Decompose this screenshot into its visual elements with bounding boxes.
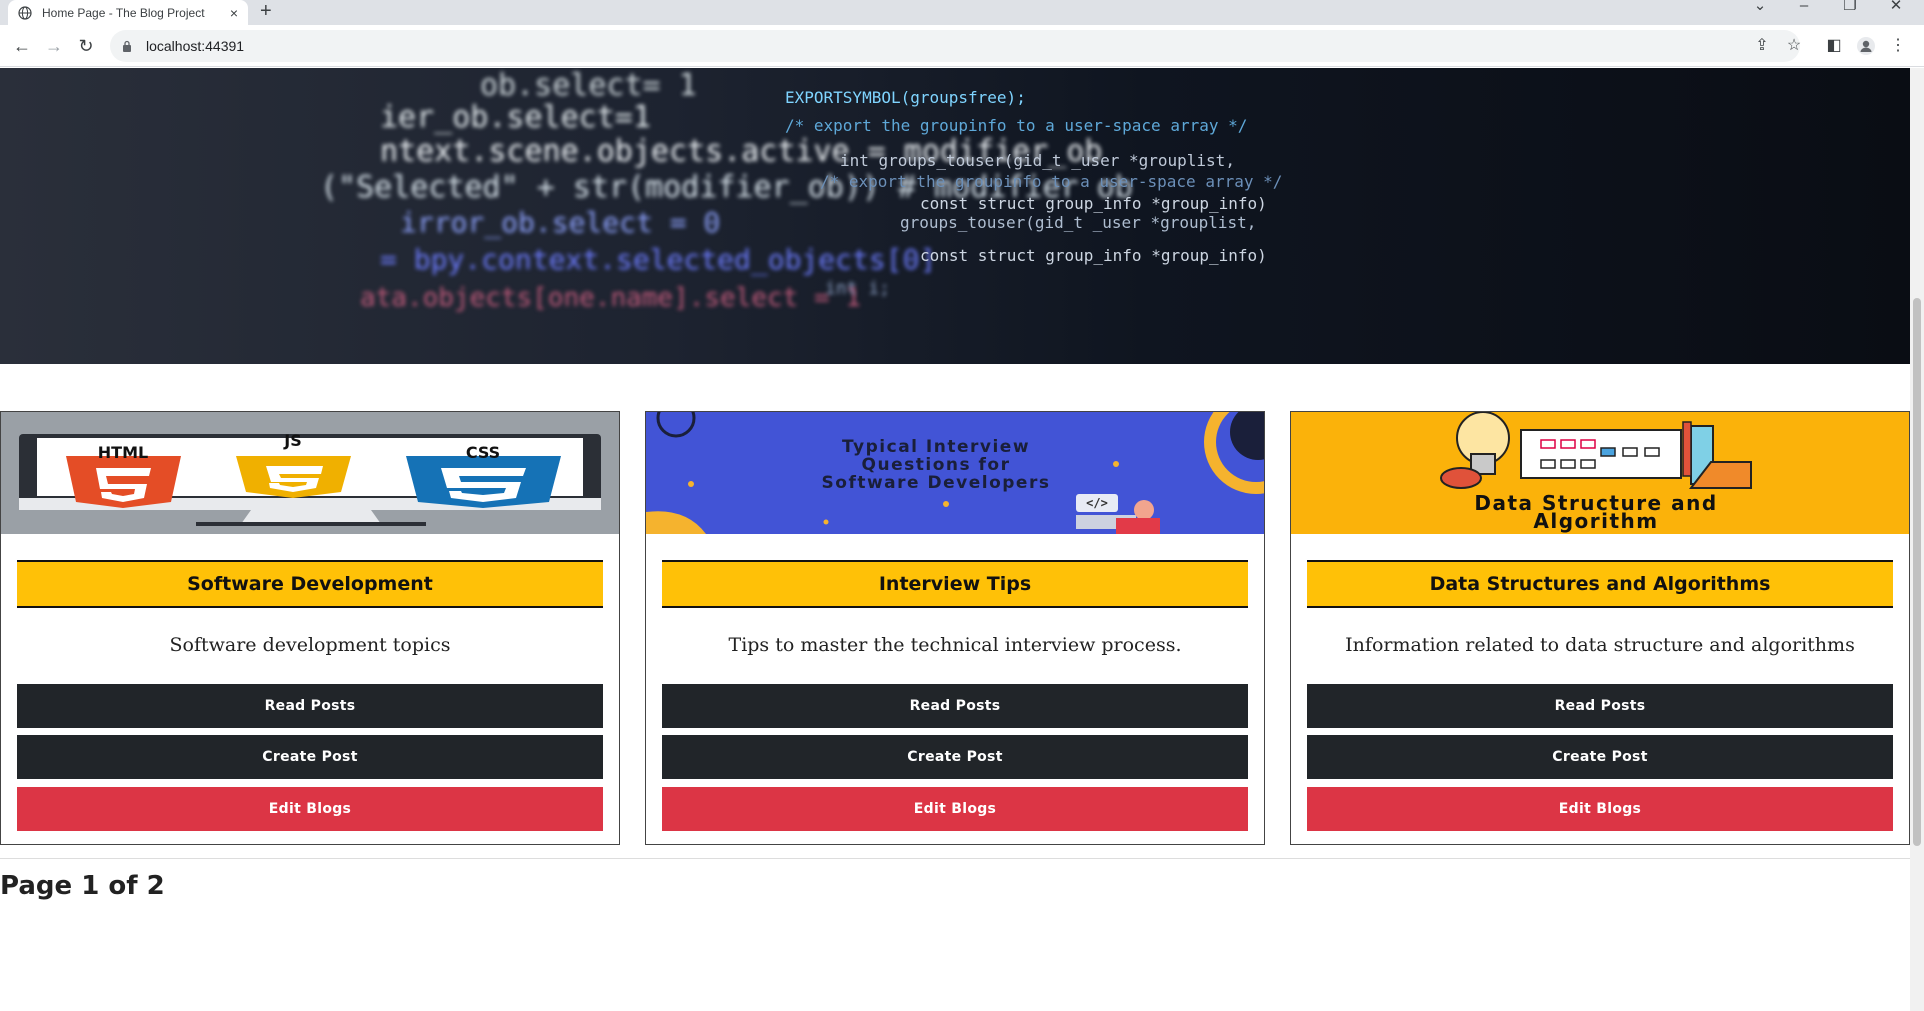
url-text: localhost:44391 [146,38,245,54]
card-image-word: HTML [98,443,148,462]
bookmark-star-icon[interactable]: ☆ [1782,34,1806,58]
share-icon[interactable]: ⇪ [1750,34,1774,58]
edit-blogs-button[interactable]: Edit Blogs [17,787,603,831]
card-image-interview: </> Typical Interview Questions for Soft… [646,412,1264,534]
hero-banner-image: ob.select= 1 ier_ob.select=1 ntext.scene… [0,68,1910,364]
category-name: Software Development [17,560,603,608]
create-post-button[interactable]: Create Post [17,735,603,779]
tab-close-icon[interactable]: × [230,5,238,21]
side-panel-icon[interactable]: ◧ [1822,34,1846,58]
card-image-tag: </> [1086,496,1108,510]
hero-code-line: ier_ob.select=1 [380,100,651,135]
card-image-data-structures: Data Structure and Algorithm [1291,412,1909,534]
hero-code-line: /* export the groupinfo to a user-space … [785,116,1248,135]
card-image-text: Algorithm [1533,509,1658,533]
create-post-button[interactable]: Create Post [1307,735,1893,779]
lock-icon [123,40,131,52]
tab-search-dropdown-icon[interactable]: ⌄ [1740,0,1780,25]
create-post-button[interactable]: Create Post [662,735,1248,779]
card-image-web-technologies: HTML JS CSS [1,412,619,534]
category-name: Interview Tips [662,560,1248,608]
restore-button[interactable]: ❐ [1830,0,1870,25]
reload-button[interactable]: ↻ [74,34,98,58]
pagination-status: Page 1 of 2 [0,871,165,901]
hero-code-line: irror_ob.select = 0 [400,206,721,239]
hero-code-line: int i; [825,278,891,299]
category-card: </> Typical Interview Questions for Soft… [645,411,1265,845]
hero-code-line: EXPORTSYMBOL(groupsfree); [785,88,1026,107]
hero-code-line: = bpy.context.selected_objects[0] [380,243,937,276]
forward-button[interactable]: → [42,34,66,58]
browser-toolbar: ← → ↻ localhost:44391 ⇪ ☆ ◧ ⋮ [0,25,1924,67]
edit-blogs-button[interactable]: Edit Blogs [662,787,1248,831]
hero-code-line: /* export the groupinfo to a user-space … [820,172,1283,191]
address-bar[interactable]: localhost:44391 [110,30,1800,62]
minimize-button[interactable]: – [1784,0,1824,25]
hero-code-line: const struct group_info *group_info) [920,246,1267,265]
read-posts-button[interactable]: Read Posts [1307,684,1893,728]
hero-code-line: groups_touser(gid_t _user *grouplist, [900,213,1257,232]
browser-tabstrip: Home Page - The Blog Project × + ⌄ – ❐ ✕ [0,0,1924,25]
globe-icon [18,5,32,20]
card-image-word: CSS [466,443,500,462]
category-description: Tips to master the technical interview p… [728,634,1182,656]
divider [0,858,1910,859]
category-description: Information related to data structure an… [1345,634,1855,656]
back-button[interactable]: ← [10,34,34,58]
read-posts-button[interactable]: Read Posts [662,684,1248,728]
card-image-text: Software Developers [822,473,1051,493]
scrollbar-thumb[interactable] [1913,298,1921,846]
hero-code-line: ob.select= 1 [480,68,697,103]
hero-code-line: ata.objects[one.name].select = 1 [360,283,861,313]
card-image-text: Typical Interview [842,437,1030,457]
tab-title: Home Page - The Blog Project [42,5,205,20]
page-viewport: ob.select= 1 ier_ob.select=1 ntext.scene… [0,68,1910,1011]
window-close-button[interactable]: ✕ [1876,0,1916,25]
category-description: Software development topics [169,634,451,656]
hero-code-line: const struct group_info *group_info) [920,194,1267,213]
category-name: Data Structures and Algorithms [1307,560,1893,608]
card-image-text: Questions for [862,455,1011,475]
new-tab-button[interactable]: + [260,0,272,25]
browser-menu-icon[interactable]: ⋮ [1886,34,1910,58]
read-posts-button[interactable]: Read Posts [17,684,603,728]
category-card: HTML JS CSS Software Development Softwar… [0,411,620,845]
category-card: Data Structure and Algorithm Data Struct… [1290,411,1910,845]
browser-tab[interactable]: Home Page - The Blog Project × [8,0,248,25]
category-cards: HTML JS CSS Software Development Softwar… [0,411,1910,845]
profile-avatar-icon[interactable] [1854,34,1878,58]
page-scrollbar[interactable] [1910,68,1924,1011]
card-image-word: JS [283,431,301,450]
hero-code-line: int groups_touser(gid_t _user *grouplist… [840,151,1235,170]
edit-blogs-button[interactable]: Edit Blogs [1307,787,1893,831]
